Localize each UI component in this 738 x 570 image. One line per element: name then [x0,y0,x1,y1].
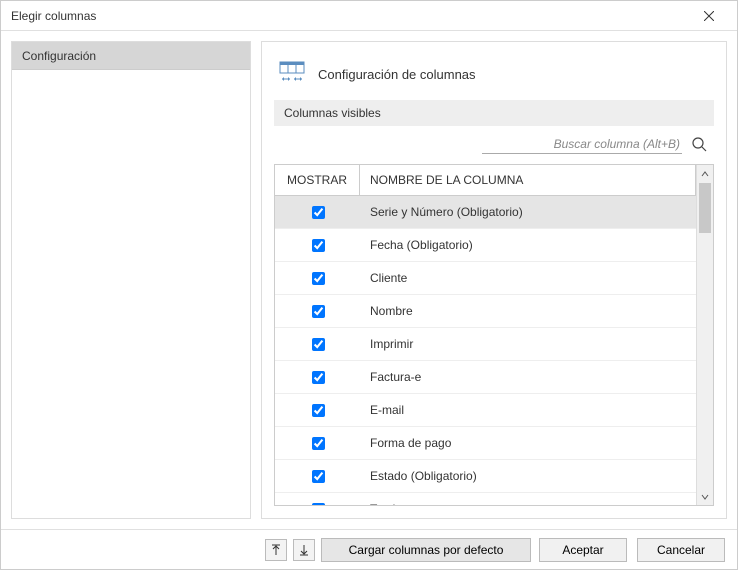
load-defaults-button[interactable]: Cargar columnas por defecto [321,538,531,562]
main-panel: Configuración de columnas Columnas visib… [261,41,727,519]
cell-nombre: Forma de pago [360,436,696,450]
cell-nombre: Fecha (Obligatorio) [360,238,696,252]
cell-mostrar [275,236,360,255]
cell-mostrar [275,269,360,288]
col-header-mostrar[interactable]: MOSTRAR [275,165,360,195]
search-row [274,126,714,164]
columns-table: MOSTRAR NOMBRE DE LA COLUMNA Serie y Núm… [274,164,714,506]
table-row[interactable]: Imprimir [275,328,696,361]
main-header: Configuración de columnas [274,54,714,94]
chevron-down-icon [701,493,709,501]
search-icon [691,136,707,152]
cell-nombre: Cliente [360,271,696,285]
sidebar-item-label: Configuración [22,49,96,63]
close-button[interactable] [689,2,729,30]
arrow-up-bar-icon [271,544,281,556]
dialog-body: Configuración [1,31,737,529]
cell-nombre: Factura-e [360,370,696,384]
window-title: Elegir columnas [11,9,689,23]
cell-nombre: Nombre [360,304,696,318]
show-column-checkbox[interactable] [312,305,325,318]
footer: Cargar columnas por defecto Aceptar Canc… [1,529,737,569]
table-row[interactable]: Fecha (Obligatorio) [275,229,696,262]
scroll-down-button[interactable] [697,488,713,505]
table-inner: MOSTRAR NOMBRE DE LA COLUMNA Serie y Núm… [275,165,696,505]
sidebar: Configuración [11,41,251,519]
table-row[interactable]: E-mail [275,394,696,427]
cell-mostrar [275,302,360,321]
table-header: MOSTRAR NOMBRE DE LA COLUMNA [275,165,696,196]
cell-nombre: Estado (Obligatorio) [360,469,696,483]
table-row[interactable]: Total [275,493,696,505]
table-body: Serie y Número (Obligatorio) Fecha (Oblig… [275,196,696,505]
columns-config-icon [278,60,306,88]
show-column-checkbox[interactable] [312,470,325,483]
cell-mostrar [275,335,360,354]
chevron-up-icon [701,170,709,178]
cell-mostrar [275,203,360,222]
cell-nombre: E-mail [360,403,696,417]
search-button[interactable] [688,134,710,154]
move-up-button[interactable] [265,539,287,561]
show-column-checkbox[interactable] [312,206,325,219]
cell-nombre: Serie y Número (Obligatorio) [360,205,696,219]
cell-mostrar [275,401,360,420]
show-column-checkbox[interactable] [312,371,325,384]
main-header-title: Configuración de columnas [318,67,476,82]
move-down-button[interactable] [293,539,315,561]
scroll-thumb[interactable] [699,183,711,233]
vertical-scrollbar[interactable] [696,165,713,505]
accept-button[interactable]: Aceptar [539,538,627,562]
search-input[interactable] [482,134,682,154]
cell-nombre: Imprimir [360,337,696,351]
cell-mostrar [275,467,360,486]
close-icon [704,11,714,21]
dialog-window: Elegir columnas Configuración [0,0,738,570]
scroll-up-button[interactable] [697,165,713,182]
show-column-checkbox[interactable] [312,437,325,450]
table-row[interactable]: Estado (Obligatorio) [275,460,696,493]
titlebar: Elegir columnas [1,1,737,31]
show-column-checkbox[interactable] [312,272,325,285]
cancel-button[interactable]: Cancelar [637,538,725,562]
cell-nombre: Total [360,502,696,505]
cell-mostrar [275,500,360,506]
show-column-checkbox[interactable] [312,239,325,252]
show-column-checkbox[interactable] [312,404,325,417]
show-column-checkbox[interactable] [312,503,325,506]
table-row[interactable]: Cliente [275,262,696,295]
col-header-nombre[interactable]: NOMBRE DE LA COLUMNA [360,165,696,195]
footer-mid: Cargar columnas por defecto [265,538,531,562]
footer-right: Aceptar Cancelar [539,538,725,562]
sidebar-item-configuracion[interactable]: Configuración [12,42,250,70]
table-row[interactable]: Nombre [275,295,696,328]
cell-mostrar [275,368,360,387]
table-row[interactable]: Forma de pago [275,427,696,460]
table-row[interactable]: Factura-e [275,361,696,394]
table-row[interactable]: Serie y Número (Obligatorio) [275,196,696,229]
arrow-down-bar-icon [299,544,309,556]
show-column-checkbox[interactable] [312,338,325,351]
cell-mostrar [275,434,360,453]
section-header-visible-columns: Columnas visibles [274,100,714,126]
